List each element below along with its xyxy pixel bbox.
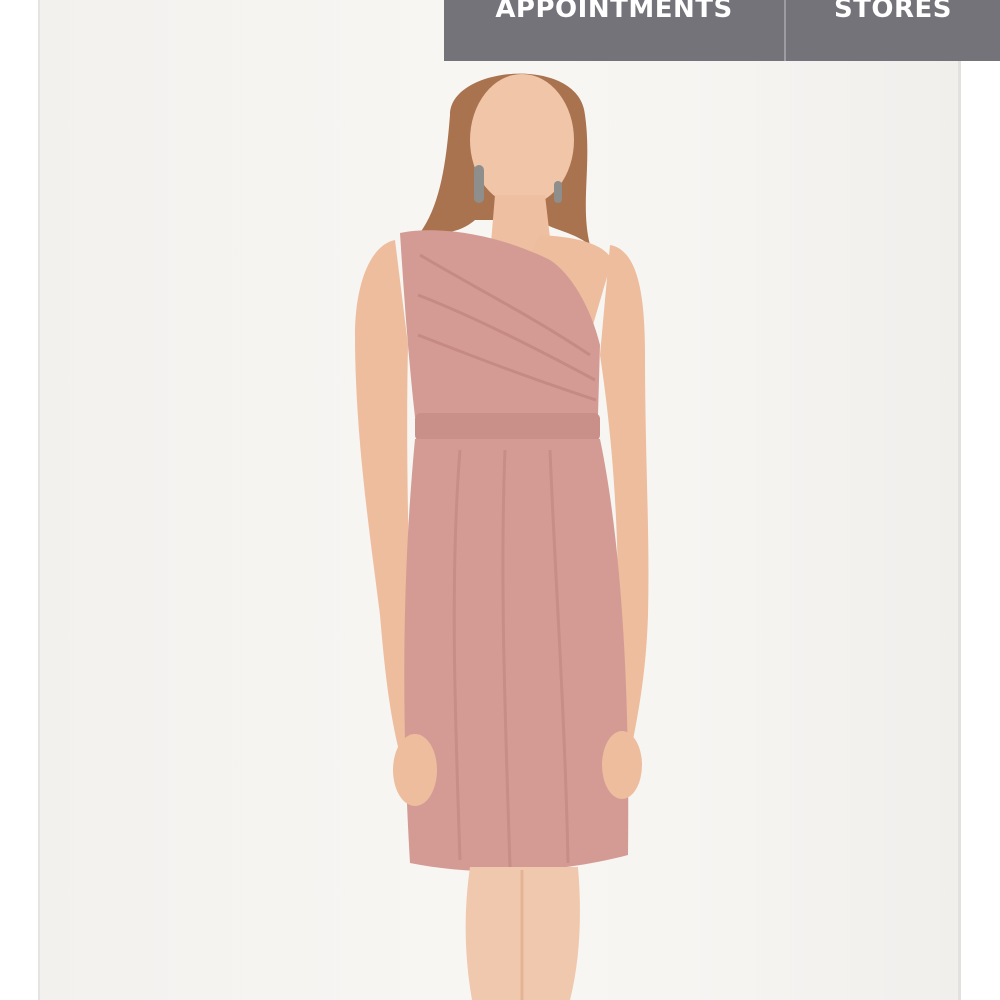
left-earring (474, 165, 484, 203)
model-left-hand (393, 734, 437, 806)
panel-right-border (958, 0, 961, 1000)
top-navigation-bar: APPOINTMENTS STORES (444, 0, 1000, 61)
stores-label: STORES (833, 0, 953, 24)
appointments-label: APPOINTMENTS (495, 0, 733, 24)
product-image-model-in-dress[interactable] (300, 55, 720, 1000)
dress-skirt (404, 439, 629, 872)
panel-left-border (38, 0, 40, 1000)
stores-button[interactable]: STORES (786, 0, 1000, 61)
product-page: APPOINTMENTS STORES (0, 0, 1000, 1000)
model-right-hand (602, 731, 642, 799)
appointments-button[interactable]: APPOINTMENTS (444, 0, 784, 61)
right-earring (554, 181, 562, 203)
dress-waistband (415, 413, 600, 441)
